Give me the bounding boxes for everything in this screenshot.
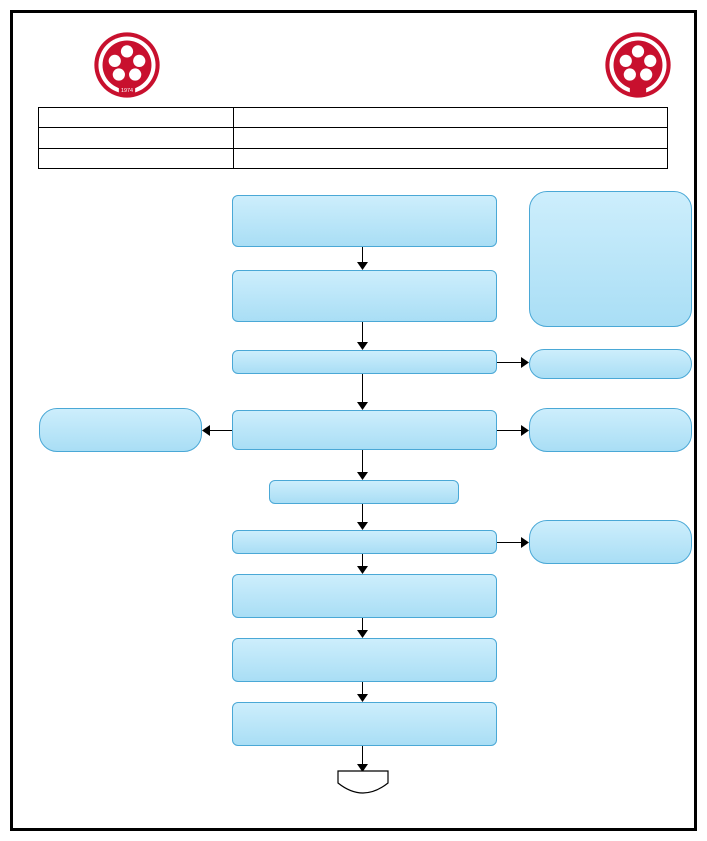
arrow-right-icon — [497, 362, 523, 363]
flow-step-4 — [232, 410, 497, 450]
info-value — [234, 128, 668, 148]
table-row — [39, 148, 668, 168]
logo-year-text: 1974 — [121, 88, 133, 94]
arrowhead-left-icon — [202, 425, 210, 436]
info-label — [39, 108, 234, 128]
arrow-right-icon — [497, 542, 523, 543]
flow-step-7 — [232, 574, 497, 618]
arrowhead-down-icon — [357, 402, 368, 410]
info-value — [234, 108, 668, 128]
arrowhead-down-icon — [357, 342, 368, 350]
arrowhead-down-icon — [357, 522, 368, 530]
info-label — [39, 128, 234, 148]
page-frame: 1974 — [10, 10, 697, 831]
table-row — [39, 108, 668, 128]
document-title — [173, 35, 593, 95]
info-table — [38, 107, 668, 169]
arrowhead-down-icon — [357, 566, 368, 574]
arrowhead-right-icon — [521, 537, 529, 548]
arrow-down-icon — [362, 322, 363, 344]
arrowhead-right-icon — [521, 425, 529, 436]
info-label — [39, 148, 234, 168]
arrow-down-icon — [362, 374, 363, 404]
arrowhead-down-icon — [357, 694, 368, 702]
arrow-right-icon — [497, 430, 523, 431]
flow-step-5 — [269, 480, 459, 504]
flow-branch-right-2 — [529, 408, 692, 452]
flow-step-2 — [232, 270, 497, 322]
offpage-connector-icon — [333, 769, 393, 799]
institution-logo-left: 1974 — [93, 31, 161, 99]
arrowhead-down-icon — [357, 630, 368, 638]
institution-logo-right — [604, 31, 672, 99]
arrow-down-icon — [362, 746, 363, 766]
arrow-down-icon — [362, 504, 363, 524]
flow-step-1 — [232, 195, 497, 247]
flow-step-8 — [232, 638, 497, 682]
flow-step-6 — [232, 530, 497, 554]
flow-branch-right-1 — [529, 349, 692, 379]
info-value — [234, 148, 668, 168]
arrow-left-icon — [208, 430, 232, 431]
flow-step-9 — [232, 702, 497, 746]
legend-box — [529, 191, 692, 327]
flow-branch-left — [39, 408, 202, 452]
arrowhead-right-icon — [521, 357, 529, 368]
arrowhead-down-icon — [357, 472, 368, 480]
arrowhead-down-icon — [357, 262, 368, 270]
table-row — [39, 128, 668, 148]
flow-branch-right-3 — [529, 520, 692, 564]
arrow-down-icon — [362, 450, 363, 474]
flow-step-3 — [232, 350, 497, 374]
